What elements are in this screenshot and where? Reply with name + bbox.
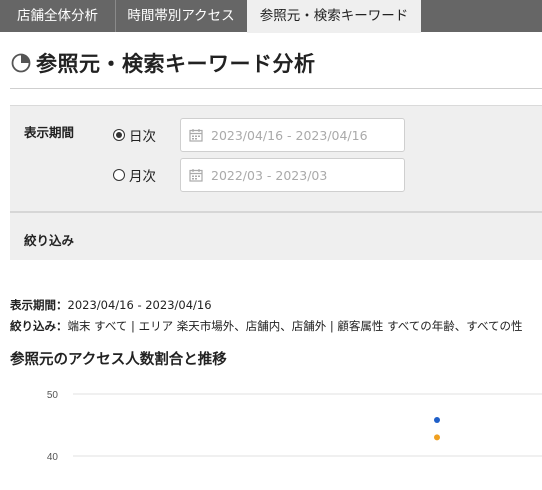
summary-period: 表示期間：2023/04/16 - 2023/04/16 xyxy=(10,297,212,313)
summary-period-key: 表示期間： xyxy=(10,298,68,312)
calendar-icon xyxy=(189,169,203,182)
daily-date-range-input[interactable]: 2023/04/16 - 2023/04/16 xyxy=(180,118,405,152)
daily-radio-option[interactable]: 日次 xyxy=(113,125,156,145)
filter-panel: 表示期間 日次 2023/04/16 - 2023/04/16 月次 2022/… xyxy=(10,105,542,260)
daily-radio[interactable] xyxy=(113,129,125,141)
page-title-row: 参照元・検索キーワード分析 xyxy=(10,46,316,80)
calendar-icon xyxy=(189,129,203,142)
page-title: 参照元・検索キーワード分析 xyxy=(36,52,316,76)
series-1-point[interactable] xyxy=(434,434,440,441)
monthly-date-range-value: 2022/03 - 2023/03 xyxy=(211,167,328,183)
chart-title: 参照元のアクセス人数割合と推移 xyxy=(10,352,227,368)
pie-chart-icon xyxy=(11,53,31,73)
tab-referrer-keywords[interactable]: 参照元・検索キーワード xyxy=(247,0,421,33)
access-share-chart: 50 40 xyxy=(47,390,542,463)
monthly-radio-option[interactable]: 月次 xyxy=(113,165,156,185)
title-divider xyxy=(10,88,542,89)
summary-filter: 絞り込み：端末 すべて | エリア 楽天市場外、店舗内、店舗外 | 顧客属性 す… xyxy=(10,318,523,334)
series-0-point[interactable] xyxy=(434,417,440,424)
summary-period-value: 2023/04/16 - 2023/04/16 xyxy=(67,298,212,312)
panel-divider xyxy=(10,211,542,213)
tab-store-analysis[interactable]: 店舗全体分析 xyxy=(0,0,116,32)
monthly-radio[interactable] xyxy=(113,169,125,181)
period-label: 表示期間 xyxy=(24,125,75,140)
monthly-date-range-input[interactable]: 2022/03 - 2023/03 xyxy=(180,158,405,192)
narrow-down-toggle[interactable]: 絞り込み xyxy=(24,230,74,249)
y-tick-label: 40 xyxy=(47,452,59,463)
daily-radio-label: 日次 xyxy=(129,129,156,145)
tab-bar: 店舗全体分析 時間帯別アクセス 参照元・検索キーワード xyxy=(0,0,542,33)
y-tick-label: 50 xyxy=(47,390,59,401)
summary-filter-key: 絞り込み： xyxy=(10,319,68,333)
monthly-radio-label: 月次 xyxy=(129,169,156,185)
summary-filter-value: 端末 すべて | エリア 楽天市場外、店舗内、店舗外 | 顧客属性 すべての年齢… xyxy=(67,319,523,333)
tab-hourly-access[interactable]: 時間帯別アクセス xyxy=(116,0,246,32)
daily-date-range-value: 2023/04/16 - 2023/04/16 xyxy=(211,127,368,143)
